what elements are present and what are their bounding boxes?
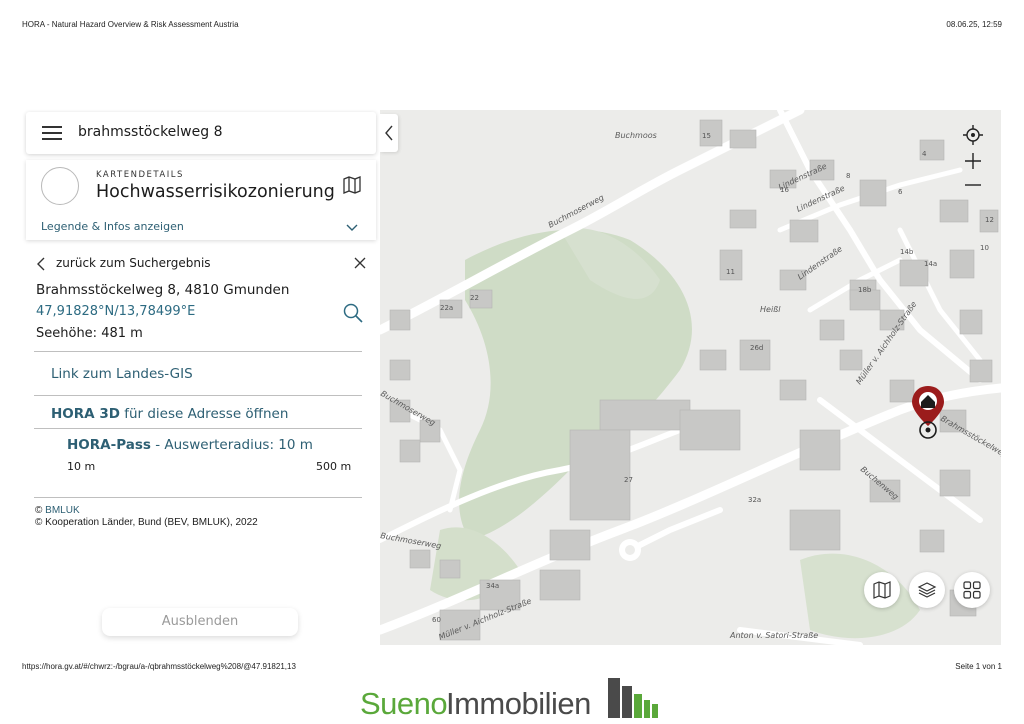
- layer-thumbnail[interactable]: [41, 167, 79, 205]
- search-icon[interactable]: [342, 302, 364, 324]
- hora-pass-label: HORA-Pass: [67, 437, 151, 453]
- logo-part2: Immobilien: [446, 686, 591, 721]
- radius-max-label: 500 m: [316, 460, 352, 473]
- hora-3d-text: für diese Adresse öffnen: [119, 406, 289, 422]
- house-number: 11: [726, 268, 735, 276]
- side-panel: brahmsstöckelweg 8 KARTENDETAILS Hochwas…: [24, 110, 380, 645]
- house-number: 16: [780, 186, 789, 194]
- map-details-card: KARTENDETAILS Hochwasserrisikozonierung …: [26, 160, 376, 240]
- coordinates-link[interactable]: 47,91828°N/13,78499°E: [36, 304, 195, 319]
- print-header: HORA - Natural Hazard Overview & Risk As…: [22, 20, 1002, 34]
- house-number: 14b: [900, 248, 914, 256]
- zoom-out-icon[interactable]: [960, 172, 986, 198]
- house-number: 15: [702, 132, 711, 140]
- collapse-panel-button[interactable]: [380, 114, 398, 152]
- house-number: 60: [432, 616, 441, 624]
- basemap-button[interactable]: [864, 572, 900, 608]
- credit-cooperation: © Kooperation Länder, Bund (BEV, BMLUK),…: [35, 517, 258, 528]
- credit-bmluk: © BMLUK: [35, 505, 80, 516]
- house-number: 26d: [750, 344, 763, 352]
- house-number: 18b: [858, 286, 872, 294]
- page-count: Seite 1 von 1: [955, 662, 1002, 671]
- legend-toggle-link[interactable]: Legende & Infos anzeigen: [41, 220, 184, 233]
- map-view[interactable]: Buchmoos Buchmoserweg Lindenstraße Linde…: [380, 110, 1001, 645]
- street-label: Buchmoos: [615, 131, 657, 140]
- layers-button[interactable]: [909, 572, 945, 608]
- radius-min-label: 10 m: [67, 460, 96, 473]
- address: Brahmsstöckelweg 8, 4810 Gmunden: [36, 282, 290, 298]
- street-label: Anton v. Satori-Straße: [729, 631, 818, 640]
- zoom-in-icon[interactable]: [960, 148, 986, 174]
- chevron-left-icon[interactable]: [36, 257, 46, 271]
- search-card: brahmsstöckelweg 8: [26, 112, 376, 154]
- house-number: 27: [624, 476, 633, 484]
- search-input[interactable]: brahmsstöckelweg 8: [78, 124, 223, 140]
- building-logo-icon: [608, 678, 658, 718]
- house-number: 14a: [924, 260, 937, 268]
- page-title: HORA - Natural Hazard Overview & Risk As…: [22, 20, 239, 29]
- back-to-results-row: zurück zum Suchergebnis: [34, 254, 370, 274]
- map-icon[interactable]: [342, 175, 362, 195]
- house-number: 12: [985, 216, 994, 224]
- apps-button[interactable]: [954, 572, 990, 608]
- house-number: 10: [980, 244, 989, 252]
- hora-3d-label: HORA 3D: [51, 406, 120, 422]
- hide-button[interactable]: Ausblenden: [102, 608, 298, 636]
- house-number: 6: [898, 188, 903, 196]
- map-icon: [873, 581, 891, 599]
- credit-prefix: ©: [35, 505, 46, 516]
- sueno-logo: Sueno Immobilien: [360, 672, 680, 721]
- house-number: 22a: [440, 304, 453, 312]
- landes-gis-link[interactable]: Link zum Landes-GIS: [51, 366, 193, 382]
- menu-icon[interactable]: [42, 126, 62, 140]
- house-number: 32a: [748, 496, 761, 504]
- house-number: 22: [470, 294, 479, 302]
- divider: [34, 351, 362, 352]
- divider: [34, 428, 362, 429]
- hora-3d-link[interactable]: HORA 3D für diese Adresse öffnen: [51, 406, 288, 422]
- house-number: 8: [846, 172, 850, 180]
- divider: [34, 497, 362, 498]
- layers-icon: [917, 582, 937, 598]
- map-canvas[interactable]: Buchmoos Buchmoserweg Lindenstraße Linde…: [380, 110, 1001, 645]
- house-number: 4: [922, 150, 927, 158]
- back-to-results-link[interactable]: zurück zum Suchergebnis: [56, 256, 211, 270]
- grid-icon: [963, 581, 981, 599]
- page-url: https://hora.gv.at/#/chwrz:-/bgrau/a-/qb…: [22, 662, 296, 671]
- close-icon[interactable]: [354, 257, 366, 269]
- hora-pass-radius: - Auswerteradius: 10 m: [150, 437, 313, 453]
- house-number: 34a: [486, 582, 499, 590]
- bmluk-link[interactable]: BMLUK: [45, 505, 79, 516]
- details-kicker: KARTENDETAILS: [96, 170, 184, 180]
- street-label: Heißl: [760, 305, 781, 314]
- details-title: Hochwasserrisikozonierung: [96, 182, 335, 202]
- chevron-down-icon[interactable]: [346, 222, 358, 232]
- print-datetime: 08.06.25, 12:59: [946, 20, 1002, 29]
- divider: [34, 395, 362, 396]
- logo-part1: Sueno: [360, 686, 448, 721]
- locate-icon[interactable]: [960, 122, 986, 148]
- elevation: Seehöhe: 481 m: [36, 326, 143, 341]
- hora-pass-link[interactable]: HORA-Pass - Auswerteradius: 10 m: [67, 437, 313, 453]
- chevron-left-icon: [385, 125, 393, 141]
